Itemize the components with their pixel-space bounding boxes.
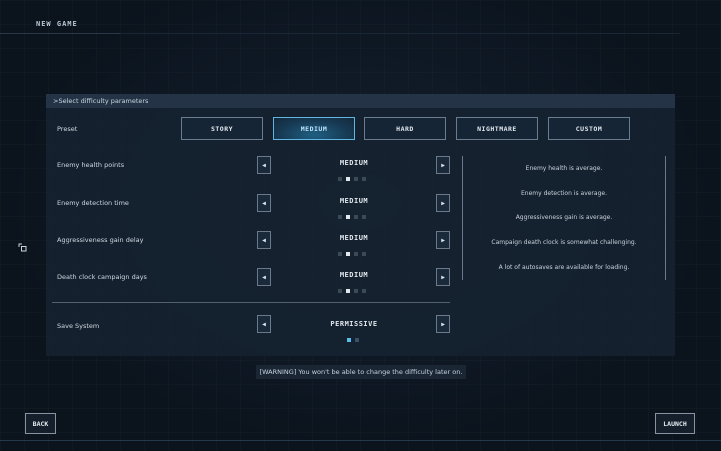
- screen-title: NEW GAME: [36, 20, 78, 28]
- preset-button-nightmare[interactable]: NIGHTMARE: [456, 117, 538, 140]
- preset-button-story[interactable]: STORY: [181, 117, 263, 140]
- setting-level-dots-death-clock-campaign-days: [338, 289, 366, 293]
- level-dot: [346, 289, 350, 293]
- setting-level-dots-aggressiveness-gain-delay: [338, 252, 366, 256]
- expand-icon[interactable]: [18, 243, 27, 252]
- setting-label-death-clock-campaign-days: Death clock campaign days: [57, 273, 147, 281]
- level-dot: [338, 177, 342, 181]
- chevron-right-icon: ▶: [441, 320, 445, 328]
- setting-level-dots-enemy-detection-time: [338, 215, 366, 219]
- level-dot: [362, 289, 366, 293]
- setting-prev-button-aggressiveness-gain-delay[interactable]: ◀: [257, 231, 271, 249]
- preset-button-custom[interactable]: CUSTOM: [548, 117, 630, 140]
- level-dot: [346, 215, 350, 219]
- level-dot: [338, 289, 342, 293]
- setting-value-enemy-detection-time: MEDIUM: [339, 197, 369, 205]
- setting-next-button-aggressiveness-gain-delay[interactable]: ▶: [436, 231, 450, 249]
- level-dot: [354, 177, 358, 181]
- level-dot: [354, 215, 358, 219]
- chevron-left-icon: ◀: [262, 161, 266, 169]
- setting-label-aggressiveness-gain-delay: Aggressiveness gain delay: [57, 236, 144, 244]
- chevron-right-icon: ▶: [441, 161, 445, 169]
- setting-level-dots-enemy-health-points: [338, 177, 366, 181]
- level-dot: [338, 252, 342, 256]
- frame-top-line: [0, 33, 120, 34]
- level-dot: [354, 289, 358, 293]
- save-system-next-button[interactable]: ▶: [436, 315, 450, 333]
- save-system-level-dots: [347, 338, 359, 342]
- chevron-left-icon: ◀: [262, 320, 266, 328]
- panel-header: >Select difficulty parameters: [46, 94, 675, 108]
- setting-next-button-enemy-detection-time[interactable]: ▶: [436, 194, 450, 212]
- setting-prev-button-enemy-health-points[interactable]: ◀: [257, 156, 271, 174]
- preset-button-hard[interactable]: HARD: [364, 117, 446, 140]
- save-system-value: PERMISSIVE: [330, 320, 378, 328]
- setting-next-button-death-clock-campaign-days[interactable]: ▶: [436, 268, 450, 286]
- level-dot: [362, 177, 366, 181]
- setting-value-death-clock-campaign-days: MEDIUM: [339, 271, 369, 279]
- description-line: A lot of autosaves are available for loa…: [498, 264, 630, 271]
- preset-button-medium[interactable]: MEDIUM: [273, 117, 355, 140]
- description-line: Enemy detection is average.: [520, 190, 607, 197]
- setting-value-enemy-health-points: MEDIUM: [339, 159, 369, 167]
- level-dot: [362, 252, 366, 256]
- level-dot: [362, 215, 366, 219]
- chevron-right-icon: ▶: [441, 199, 445, 207]
- description-line: Campaign death clock is somewhat challen…: [491, 239, 637, 246]
- description-line: Enemy health is average.: [525, 165, 603, 172]
- setting-prev-button-enemy-detection-time[interactable]: ◀: [257, 194, 271, 212]
- chevron-right-icon: ▶: [441, 236, 445, 244]
- level-dot: [346, 252, 350, 256]
- chevron-left-icon: ◀: [262, 273, 266, 281]
- setting-value-aggressiveness-gain-delay: MEDIUM: [339, 234, 369, 242]
- chevron-left-icon: ◀: [262, 236, 266, 244]
- description-line: Aggressiveness gain is average.: [515, 214, 613, 221]
- setting-prev-button-death-clock-campaign-days[interactable]: ◀: [257, 268, 271, 286]
- level-dot: [347, 338, 351, 342]
- level-dot: [346, 177, 350, 181]
- chevron-right-icon: ▶: [441, 273, 445, 281]
- setting-next-button-enemy-health-points[interactable]: ▶: [436, 156, 450, 174]
- warning-message: [WARNING] You won't be able to change th…: [256, 365, 466, 379]
- level-dot: [338, 215, 342, 219]
- setting-label-enemy-health-points: Enemy health points: [57, 161, 125, 169]
- preset-label: Preset: [57, 125, 78, 133]
- frame-top-line-right: [120, 33, 680, 34]
- level-dot: [355, 338, 359, 342]
- launch-button[interactable]: LAUNCH: [655, 413, 695, 434]
- level-dot: [354, 252, 358, 256]
- description-box: Enemy health is average. Enemy detection …: [462, 156, 666, 280]
- save-system-prev-button[interactable]: ◀: [257, 315, 271, 333]
- save-system-label: Save System: [57, 322, 100, 330]
- difficulty-panel: >Select difficulty parameters Preset STO…: [46, 94, 675, 356]
- section-divider: [52, 302, 450, 303]
- setting-label-enemy-detection-time: Enemy detection time: [57, 199, 129, 207]
- frame-bottom-line: [0, 440, 721, 441]
- back-button[interactable]: BACK: [25, 413, 56, 434]
- chevron-left-icon: ◀: [262, 199, 266, 207]
